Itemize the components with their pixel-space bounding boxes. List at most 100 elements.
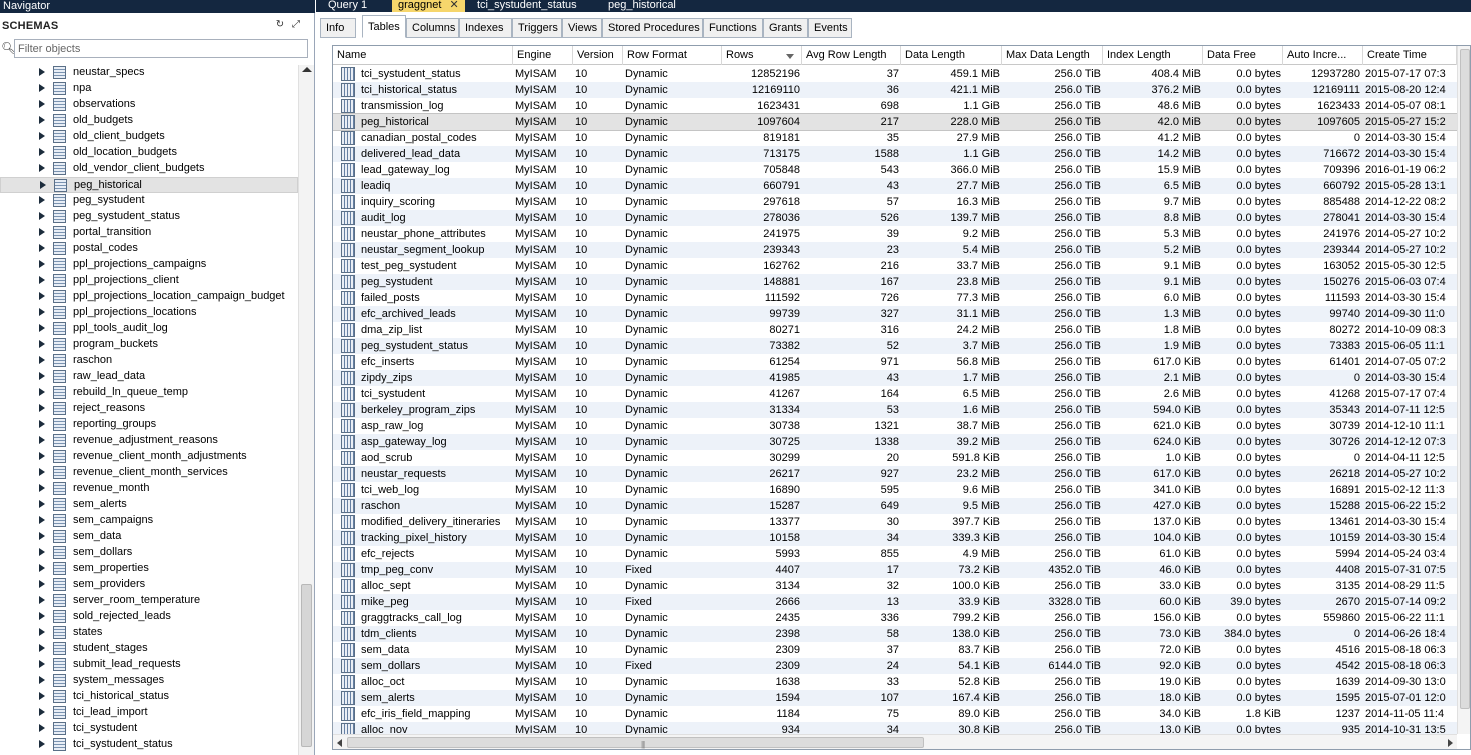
tree-item[interactable]: server_room_temperature [0,593,298,609]
table-row[interactable]: asp_raw_log MyISAM 10 Dynamic 30738 1321 38.7 … [333,418,1457,434]
tree-item[interactable]: npa [0,81,298,97]
tree-item[interactable]: tci_systudent_status [0,737,298,753]
tab-grants[interactable]: Grants [763,18,808,38]
table-row[interactable]: efc_iris_field_mapping MyISAM 10 Dynamic 118… [333,706,1457,722]
expand-arrow-icon[interactable] [39,660,45,668]
tree-item[interactable]: revenue_month [0,481,298,497]
tree-item[interactable]: peg_systudent_status [0,209,298,225]
table-row[interactable]: alloc_oct MyISAM 10 Dynamic 1638 33 52.8 KiB 25… [333,674,1457,690]
column-header[interactable]: Engine [513,46,573,65]
table-row[interactable]: audit_log MyISAM 10 Dynamic 278036 526 139.7 M… [333,210,1457,226]
expand-arrow-icon[interactable] [39,308,45,316]
expand-arrow-icon[interactable] [39,516,45,524]
expand-arrow-icon[interactable] [39,724,45,732]
expand-arrow-icon[interactable] [39,484,45,492]
table-row[interactable]: inquiry_scoring MyISAM 10 Dynamic 297618 57 16… [333,194,1457,210]
expand-arrow-icon[interactable] [39,420,45,428]
scroll-left-icon[interactable] [337,739,342,747]
tree-item[interactable]: ppl_projections_location_campaign_budget [0,289,298,305]
tree-item[interactable]: old_client_budgets [0,129,298,145]
close-icon[interactable]: ✕ [449,0,458,11]
table-row[interactable]: tci_systudent_status MyISAM 10 Dynamic 12852… [333,66,1457,82]
expand-arrow-icon[interactable] [39,548,45,556]
tab-query-1[interactable]: Query 1 [322,0,373,12]
tab-stored-procedures[interactable]: Stored Procedures [602,18,703,38]
tree-item[interactable]: rebuild_ln_queue_temp [0,385,298,401]
expand-arrow-icon[interactable] [39,356,45,364]
column-header[interactable]: Avg Row Length [802,46,901,65]
tree-item[interactable]: old_budgets [0,113,298,129]
table-row[interactable]: neustar_segment_lookup MyISAM 10 Dynamic 239… [333,242,1457,258]
column-header[interactable]: Create Time [1363,46,1457,65]
tree-item[interactable]: ppl_projections_locations [0,305,298,321]
expand-arrow-icon[interactable] [39,676,45,684]
expand-arrow-icon[interactable] [39,340,45,348]
tab-views[interactable]: Views [562,18,602,38]
table-row[interactable]: alloc_nov MyISAM 10 Dynamic 934 34 30.8 KiB 256… [333,722,1457,734]
expand-arrow-icon[interactable] [39,564,45,572]
tab-indexes[interactable]: Indexes [459,18,512,38]
expand-arrow-icon[interactable] [39,244,45,252]
tree-item[interactable]: raw_lead_data [0,369,298,385]
refresh-icon[interactable]: ↻ [274,19,286,31]
table-row[interactable]: neustar_phone_attributes MyISAM 10 Dynamic 2… [333,226,1457,242]
tree-item[interactable]: sem_properties [0,561,298,577]
expand-arrow-icon[interactable] [40,181,46,189]
expand-arrow-icon[interactable] [39,708,45,716]
table-row[interactable]: efc_inserts MyISAM 10 Dynamic 61254 971 56.8 M… [333,354,1457,370]
table-row[interactable]: modified_delivery_itineraries MyISAM 10 Dyn… [333,514,1457,530]
table-row[interactable]: test_peg_systudent MyISAM 10 Dynamic 162762 2… [333,258,1457,274]
expand-arrow-icon[interactable] [39,436,45,444]
scroll-right-icon[interactable] [1448,739,1453,747]
tree-item[interactable]: old_location_budgets [0,145,298,161]
tree-item[interactable]: sem_alerts [0,497,298,513]
table-row[interactable]: failed_posts MyISAM 10 Dynamic 111592 726 77.3… [333,290,1457,306]
expand-arrow-icon[interactable] [39,580,45,588]
expand-arrow-icon[interactable] [39,404,45,412]
table-row[interactable]: tci_historical_status MyISAM 10 Dynamic 1216… [333,82,1457,98]
expand-arrow-icon[interactable] [39,100,45,108]
table-row[interactable]: tmp_peg_conv MyISAM 10 Fixed 4407 17 73.2 KiB 4… [333,562,1457,578]
grid-horizontal-scrollbar[interactable]: ||| [333,734,1457,749]
tree-item[interactable]: sem_campaigns [0,513,298,529]
scroll-up-icon[interactable] [302,67,312,72]
tree-item[interactable]: sem_providers [0,577,298,593]
tree-item[interactable]: portal_transition [0,225,298,241]
column-header[interactable]: Data Free [1203,46,1283,65]
expand-arrow-icon[interactable] [39,132,45,140]
tree-item[interactable]: reporting_groups [0,417,298,433]
tree-item[interactable]: peg_historical [0,177,298,193]
tab-info[interactable]: Info [320,18,356,38]
scrollbar-thumb[interactable] [301,584,312,747]
table-row[interactable]: tci_web_log MyISAM 10 Dynamic 16890 595 9.6 Mi… [333,482,1457,498]
expand-arrow-icon[interactable] [39,452,45,460]
expand-arrow-icon[interactable] [39,228,45,236]
expand-arrow-icon[interactable] [39,628,45,636]
tree-item[interactable]: revenue_client_month_adjustments [0,449,298,465]
navigator-scrollbar[interactable] [298,65,314,755]
table-row[interactable]: efc_rejects MyISAM 10 Dynamic 5993 855 4.9 MiB… [333,546,1457,562]
expand-arrow-icon[interactable] [39,212,45,220]
tab-triggers[interactable]: Triggers [512,18,562,38]
table-row[interactable]: tracking_pixel_history MyISAM 10 Dynamic 101… [333,530,1457,546]
tab-columns[interactable]: Columns [406,18,459,38]
tree-item[interactable]: sold_rejected_leads [0,609,298,625]
table-row[interactable]: peg_historical MyISAM 10 Dynamic 1097604 217 2… [333,113,1457,131]
expand-arrow-icon[interactable] [39,500,45,508]
table-row[interactable]: tci_systudent MyISAM 10 Dynamic 41267 164 6.5 … [333,386,1457,402]
tree-item[interactable]: tci_systudent [0,721,298,737]
expand-arrow-icon[interactable] [39,260,45,268]
expand-arrow-icon[interactable] [39,532,45,540]
table-row[interactable]: alloc_sept MyISAM 10 Dynamic 3134 32 100.0 KiB… [333,578,1457,594]
column-header[interactable]: Auto Incre... [1283,46,1363,65]
expand-arrow-icon[interactable] [39,596,45,604]
table-row[interactable]: asp_gateway_log MyISAM 10 Dynamic 30725 1338 3… [333,434,1457,450]
table-row[interactable]: peg_systudent MyISAM 10 Dynamic 148881 167 23.… [333,274,1457,290]
tree-item[interactable]: reject_reasons [0,401,298,417]
expand-arrow-icon[interactable] [39,164,45,172]
column-header[interactable]: Index Length [1103,46,1203,65]
table-row[interactable]: sem_alerts MyISAM 10 Dynamic 1594 107 167.4 Ki… [333,690,1457,706]
expand-arrow-icon[interactable] [39,644,45,652]
tree-item[interactable]: system_messages [0,673,298,689]
table-row[interactable]: dma_zip_list MyISAM 10 Dynamic 80271 316 24.2 … [333,322,1457,338]
